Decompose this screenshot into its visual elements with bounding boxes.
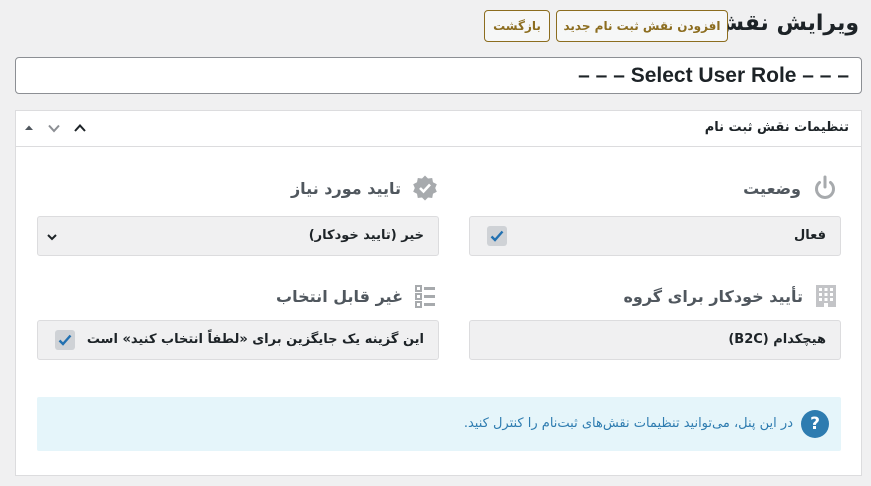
power-icon	[815, 175, 835, 199]
not-selectable-checkbox[interactable]	[55, 330, 75, 350]
group-value: هیچکدام (B2C)	[728, 332, 826, 347]
status-label: وضعیت	[743, 173, 839, 203]
group-label: تأیید خودکار برای گروه	[623, 281, 839, 311]
add-new-role-button[interactable]: افزودن نقش ثبت نام جدید	[556, 10, 728, 42]
move-down-icon[interactable]	[43, 117, 65, 139]
status-checkbox[interactable]	[487, 226, 507, 246]
check-icon	[490, 230, 504, 242]
user-role-select-value: – – – Select User Role – – –	[578, 63, 849, 87]
not-selectable-value: این گزینه یک جایگزین برای «لطفاً انتخاب …	[86, 332, 424, 347]
approval-label-text: تایید مورد نیاز	[290, 178, 401, 198]
info-text: در این پنل، می‌توانید تنظیمات نقش‌های ثب…	[463, 416, 793, 431]
status-label-text: وضعیت	[743, 178, 801, 198]
not-selectable-label-text: غیر قابل انتخاب	[276, 286, 403, 306]
approval-select[interactable]: خیر (تایید خودکار)	[37, 216, 439, 256]
building-icon	[816, 285, 836, 307]
help-icon: ?	[801, 410, 829, 438]
collapse-toggle-icon[interactable]	[69, 117, 91, 139]
panel-title: تنظیمات نقش ثبت نام	[704, 120, 849, 135]
group-select[interactable]: هیچکدام (B2C)	[469, 320, 841, 360]
chevron-down-icon	[47, 234, 57, 241]
group-label-text: تأیید خودکار برای گروه	[623, 286, 803, 306]
verified-badge-icon	[413, 175, 437, 201]
panel-header: تنظیمات نقش ثبت نام	[16, 111, 861, 147]
user-role-select[interactable]: – – – Select User Role – – –	[15, 57, 862, 94]
approval-value: خیر (تایید خودکار)	[308, 228, 424, 243]
page-header: ویرایش نقش افزودن نقش ثبت نام جدید بازگش…	[0, 8, 871, 44]
not-selectable-control[interactable]: این گزینه یک جایگزین برای «لطفاً انتخاب …	[37, 320, 439, 360]
approval-label: تایید مورد نیاز	[291, 173, 439, 203]
settings-panel: تنظیمات نقش ثبت نام وضعیت فعال تایید مور…	[15, 110, 862, 476]
status-control[interactable]: فعال	[469, 216, 841, 256]
list-checks-icon	[415, 285, 435, 308]
not-selectable-label: غیر قابل انتخاب	[276, 281, 439, 311]
back-button[interactable]: بازگشت	[484, 10, 550, 42]
status-value: فعال	[793, 228, 826, 243]
check-icon	[58, 334, 72, 346]
page-title: ویرایش نقش	[713, 11, 859, 36]
info-notice: ? در این پنل، می‌توانید تنظیمات نقش‌های …	[37, 397, 841, 451]
move-up-icon[interactable]	[18, 117, 40, 139]
